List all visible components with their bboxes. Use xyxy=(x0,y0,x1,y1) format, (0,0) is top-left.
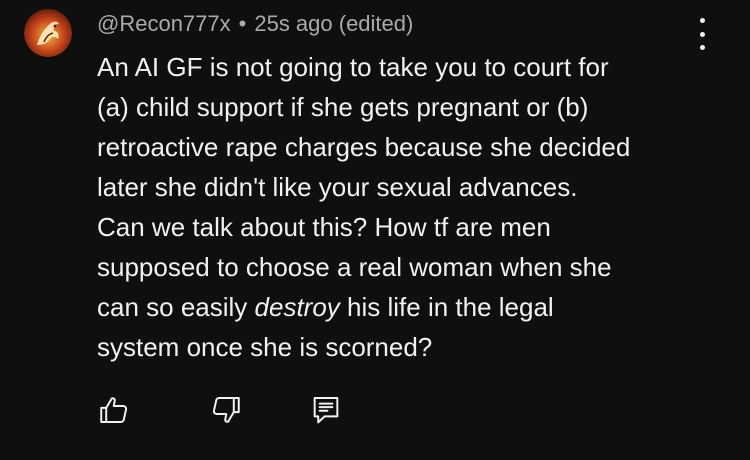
like-button[interactable] xyxy=(97,393,131,427)
reply-comment-icon xyxy=(313,396,339,424)
comment-timestamp: 25s ago (edited) xyxy=(254,11,414,36)
more-vertical-icon-dot xyxy=(699,18,705,23)
comment-line-part: his life in the legal xyxy=(339,292,554,322)
comment-line: supposed to choose a real woman when she xyxy=(97,252,612,282)
comment-line: An AI GF is not going to take you to cou… xyxy=(97,52,609,82)
comment-line: retroactive rape charges because she dec… xyxy=(97,132,631,162)
emphasis-text: destroy xyxy=(254,292,340,322)
reply-button[interactable] xyxy=(309,393,343,427)
author-name[interactable]: @Recon777x xyxy=(97,11,231,36)
thumbs-down-icon xyxy=(212,396,240,423)
comment-line: can so easily destroy his life in the le… xyxy=(97,287,717,327)
comment-line: Can we talk about this? How tf are men xyxy=(97,212,551,242)
avatar-image-icon xyxy=(24,9,72,57)
comment-text: An AI GF is not going to take you to cou… xyxy=(97,47,717,367)
comment-line-part: can so easily xyxy=(97,292,255,322)
comment-meta: @Recon777x • 25s ago (edited) xyxy=(97,10,413,38)
more-options-button[interactable] xyxy=(690,18,714,50)
thumbs-up-icon xyxy=(100,397,128,424)
comment-line: later she didn't like your sexual advanc… xyxy=(97,172,578,202)
meta-separator: • xyxy=(238,11,247,36)
more-vertical-icon-dot xyxy=(699,31,705,37)
avatar[interactable] xyxy=(24,9,72,57)
comment-card: @Recon777x • 25s ago (edited) An AI GF is … xyxy=(0,0,750,460)
dislike-button[interactable] xyxy=(209,393,243,427)
comment-line: (a) child support if she gets pregnant o… xyxy=(97,92,589,122)
comment-line: system once she is scorned? xyxy=(97,332,433,362)
